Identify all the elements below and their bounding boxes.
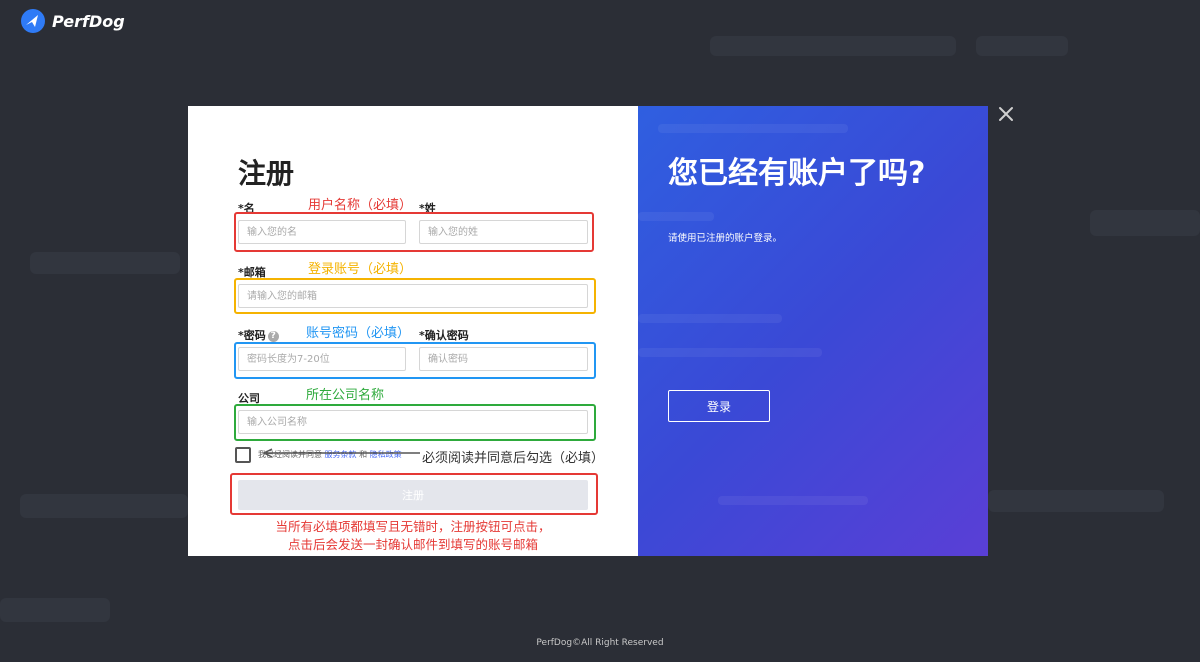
email-input[interactable] [238,284,588,308]
footer-copyright: PerfDog©All Right Reserved [536,638,664,648]
password-annotation: 账号密码（必填） [306,326,411,341]
bg-placeholder [710,36,956,56]
login-subtitle: 请使用已注册的账户登录。 [668,233,783,244]
bg-placeholder [30,252,180,274]
first-name-label: *名 [238,202,255,215]
confirm-password-input[interactable] [419,347,588,371]
brand-name: PerfDog [52,11,125,31]
company-input[interactable] [238,410,588,434]
email-annotation: 登录账号（必填） [308,262,413,277]
bg-placeholder [658,124,848,133]
email-label: *邮箱 [238,266,266,279]
annotation-arrow-icon [262,448,420,458]
bg-placeholder [0,598,110,622]
register-modal: 注册 *名 *姓 用户名称（必填） *邮箱 登录账号（必填） *密码? *确认密… [188,106,988,556]
first-name-input[interactable] [238,220,406,244]
name-annotation: 用户名称（必填） [308,198,413,213]
login-title: 您已经有账户了吗? [668,156,926,191]
submit-annotation-line2: 点击后会发送一封确认邮件到填写的账号邮箱 [287,537,538,552]
company-annotation: 所在公司名称 [306,388,385,403]
close-icon [999,107,1013,121]
submit-annotation-line1: 当所有必填项都填写且无错时，注册按钮可点击， [275,519,551,534]
submit-annotation: 当所有必填项都填写且无错时，注册按钮可点击， 点击后会发送一封确认邮件到填写的账… [188,518,638,554]
company-label: 公司 [238,392,260,405]
register-title: 注册 [238,157,295,190]
close-button[interactable] [994,102,1018,126]
bg-placeholder [638,348,822,357]
agree-checkbox[interactable] [235,447,251,463]
last-name-input[interactable] [419,220,588,244]
confirm-password-label: *确认密码 [419,329,469,342]
bg-placeholder [976,36,1068,56]
register-button[interactable]: 注册 [238,480,588,510]
bg-placeholder [988,490,1164,512]
last-name-label: *姓 [419,202,436,215]
password-label-text: *密码 [238,329,266,342]
login-panel: 您已经有账户了吗? 请使用已注册的账户登录。 登录 [638,106,988,556]
bg-placeholder [718,496,868,505]
login-button[interactable]: 登录 [668,390,770,422]
help-icon[interactable]: ? [267,330,279,342]
password-input[interactable] [238,347,406,371]
bg-placeholder [638,212,714,221]
perfdog-logo-icon [21,9,45,33]
register-panel: 注册 *名 *姓 用户名称（必填） *邮箱 登录账号（必填） *密码? *确认密… [188,106,638,556]
agree-annotation: 必须阅读并同意后勾选（必填） [422,451,605,466]
password-label: *密码? [238,327,279,343]
bg-placeholder [20,494,188,518]
bg-placeholder [1090,210,1200,236]
bg-placeholder [638,314,782,323]
brand-logo: PerfDog [20,8,125,34]
